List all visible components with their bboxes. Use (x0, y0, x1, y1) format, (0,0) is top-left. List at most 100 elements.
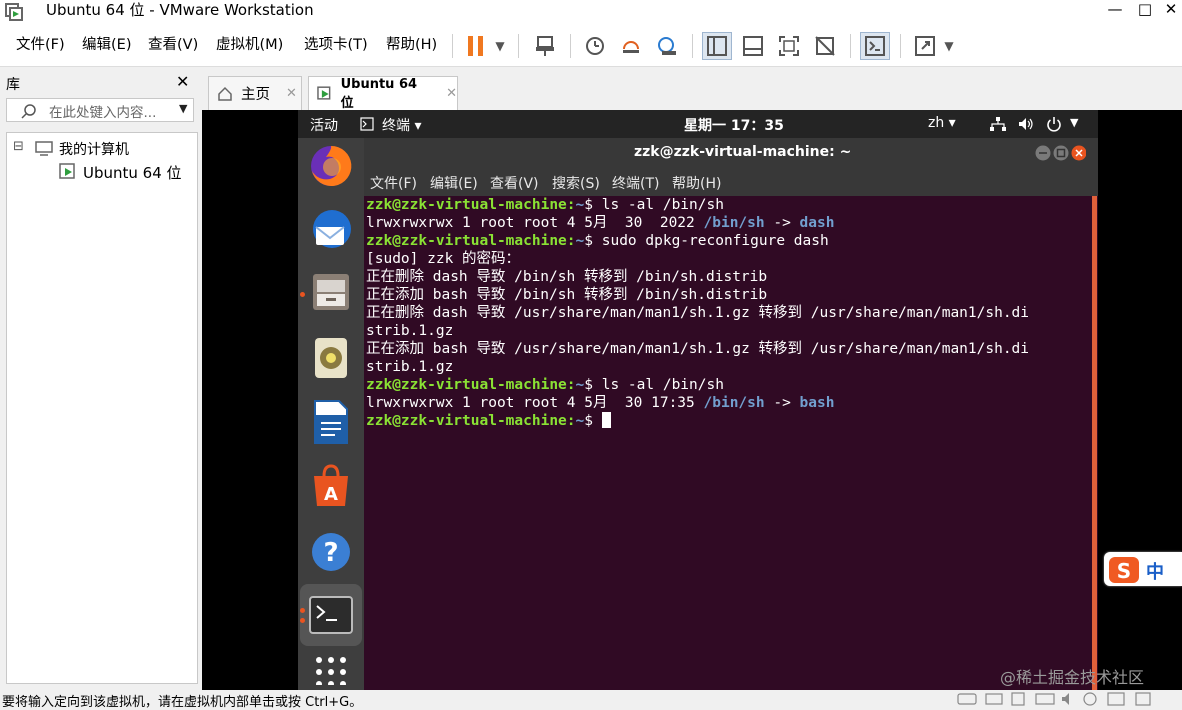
snapshot-manager-icon[interactable] (652, 32, 682, 60)
output-text: 正在添加 bash 导致 /bin/sh 转移到 /bin/sh.distrib (366, 287, 768, 303)
show-library-icon[interactable] (702, 32, 732, 60)
maximize-button[interactable]: □ (1130, 0, 1160, 18)
prompt-sep: : (566, 197, 576, 213)
close-button[interactable]: ✕ (1160, 0, 1182, 18)
thunderbird-icon[interactable] (307, 206, 355, 254)
command-text: ls -al /bin/sh (593, 197, 724, 213)
output-text: 正在添加 bash 导致 /usr/share/man/man1/sh.1.gz… (366, 341, 1030, 357)
device-status-icons[interactable] (956, 691, 1156, 707)
terminal-output[interactable]: zzk@zzk-virtual-machine:~$ ls -al /bin/s… (364, 196, 1088, 690)
rhythmbox-icon[interactable] (307, 334, 355, 382)
files-icon[interactable] (307, 268, 355, 316)
output-text: -> (764, 395, 800, 411)
tabs-bar: 主页 ✕ Ubuntu 64 位 ✕ (202, 70, 1182, 111)
svg-text:?: ? (323, 538, 338, 568)
toolbar-separator (452, 34, 453, 58)
output-text: lrwxrwxrwx 1 root root 4 5月 30 2022 (366, 215, 704, 231)
output-text: strib.1.gz (366, 323, 454, 339)
prompt-dollar: $ (584, 377, 593, 393)
volume-icon[interactable] (1018, 117, 1034, 131)
software-center-icon[interactable]: A (307, 462, 355, 510)
menu-help[interactable]: 帮助(H) (386, 30, 437, 60)
terminal-line: lrwxrwxrwx 1 root root 4 5月 30 17:35 /bi… (364, 394, 1088, 412)
command-text: ls -al /bin/sh (593, 377, 724, 393)
library-search-input[interactable]: 在此处键入内容... ▼ (6, 98, 194, 122)
thumbnail-bar-icon[interactable] (738, 32, 768, 60)
prompt-sep: : (566, 233, 576, 249)
menu-view[interactable]: 查看(V) (148, 30, 198, 60)
chevron-down-icon[interactable]: ▼ (1070, 116, 1078, 129)
pause-icon[interactable] (462, 32, 490, 60)
term-menu-view[interactable]: 查看(V) (490, 173, 539, 193)
status-message: 要将输入定向到该虚拟机，请在虚拟机内部单击或按 Ctrl+G。 (2, 695, 363, 710)
vmware-app-icon (5, 3, 23, 21)
terminal-app-icon (360, 117, 374, 131)
prompt-path: ~ (575, 233, 585, 249)
snapshot-icon[interactable] (580, 32, 610, 60)
window-controls[interactable] (1034, 144, 1086, 162)
stretch-guest-icon[interactable] (910, 32, 940, 60)
activities-button[interactable]: 活动 (310, 115, 338, 135)
app-menu[interactable]: 终端 ▾ (382, 115, 421, 135)
term-menu-file[interactable]: 文件(F) (370, 173, 417, 193)
unity-mode-icon[interactable] (810, 32, 840, 60)
term-menu-edit[interactable]: 编辑(E) (430, 173, 478, 193)
output-link-target: bash (799, 395, 835, 411)
chevron-down-icon[interactable]: ▼ (490, 32, 510, 60)
terminal-scrollbar[interactable] (1092, 196, 1097, 690)
chevron-down-icon[interactable]: ▼ (179, 102, 187, 115)
tree-item-ubuntu[interactable]: Ubuntu 64 位 (83, 162, 182, 183)
output-text: strib.1.gz (366, 359, 454, 375)
watermark: @稀土掘金技术社区 (1000, 668, 1145, 687)
tab-home[interactable]: 主页 ✕ (208, 76, 302, 110)
tab-close-icon[interactable]: ✕ (286, 86, 297, 101)
library-close-icon[interactable]: ✕ (176, 72, 189, 91)
prompt-sep: : (566, 413, 576, 429)
menu-vm[interactable]: 虚拟机(M) (216, 30, 283, 60)
tree-expander-icon[interactable]: ⊟ (13, 139, 24, 154)
firefox-icon[interactable] (307, 142, 355, 190)
menu-tabs[interactable]: 选项卡(T) (304, 30, 368, 60)
terminal-line: 正在添加 bash 导致 /usr/share/man/man1/sh.1.gz… (364, 340, 1088, 358)
minimize-button[interactable]: — (1100, 0, 1130, 18)
term-menu-help[interactable]: 帮助(H) (672, 173, 721, 193)
output-text: -> (764, 215, 800, 231)
clock[interactable]: 星期一 17：35 (684, 115, 784, 135)
running-indicator (300, 618, 305, 623)
show-applications-icon[interactable] (307, 652, 355, 688)
send-ctrl-alt-del-icon[interactable] (530, 32, 560, 60)
term-menu-search[interactable]: 搜索(S) (552, 173, 600, 193)
output-text: 正在删除 dash 导致 /usr/share/man/man1/sh.1.gz… (366, 305, 1030, 321)
menu-file[interactable]: 文件(F) (16, 30, 65, 60)
computer-icon (35, 141, 53, 156)
menu-toolbar: 文件(F) 编辑(E) 查看(V) 虚拟机(M) 选项卡(T) 帮助(H) ▼ … (0, 30, 1182, 67)
console-view-icon[interactable] (860, 32, 890, 60)
chevron-down-icon[interactable]: ▼ (940, 32, 958, 60)
tree-item-my-computer[interactable]: 我的计算机 (59, 139, 129, 159)
vm-icon (59, 163, 75, 179)
revert-snapshot-icon[interactable] (616, 32, 646, 60)
tab-label: 主页 (241, 87, 270, 103)
writer-icon[interactable] (307, 398, 355, 446)
library-pane: 库 ✕ 在此处键入内容... ▼ ⊟ 我的计算机 Ubuntu 64 位 (0, 70, 202, 694)
tab-ubuntu[interactable]: Ubuntu 64 位 ✕ (308, 76, 458, 111)
svg-text:S: S (1117, 559, 1131, 583)
power-icon[interactable] (1046, 116, 1062, 132)
ubuntu-dock: A ? (298, 138, 364, 690)
term-menu-terminal[interactable]: 终端(T) (612, 173, 659, 193)
network-icon[interactable] (990, 117, 1006, 131)
output-link: /bin/sh (703, 395, 765, 411)
full-screen-icon[interactable] (774, 32, 804, 60)
prompt-sep: : (566, 377, 576, 393)
tab-close-icon[interactable]: ✕ (446, 86, 457, 101)
output-text: 正在删除 dash 导致 /bin/sh 转移到 /bin/sh.distrib (366, 269, 768, 285)
search-icon (21, 104, 36, 119)
help-icon[interactable]: ? (307, 528, 355, 576)
ime-indicator[interactable]: S 中 (1104, 552, 1182, 586)
input-language[interactable]: zh ▾ (928, 115, 956, 131)
library-tree: ⊟ 我的计算机 Ubuntu 64 位 (6, 132, 198, 684)
toolbar-separator (692, 34, 693, 58)
terminal-line: strib.1.gz (364, 322, 1088, 340)
menu-edit[interactable]: 编辑(E) (82, 30, 131, 60)
terminal-dock-icon[interactable] (300, 584, 362, 646)
